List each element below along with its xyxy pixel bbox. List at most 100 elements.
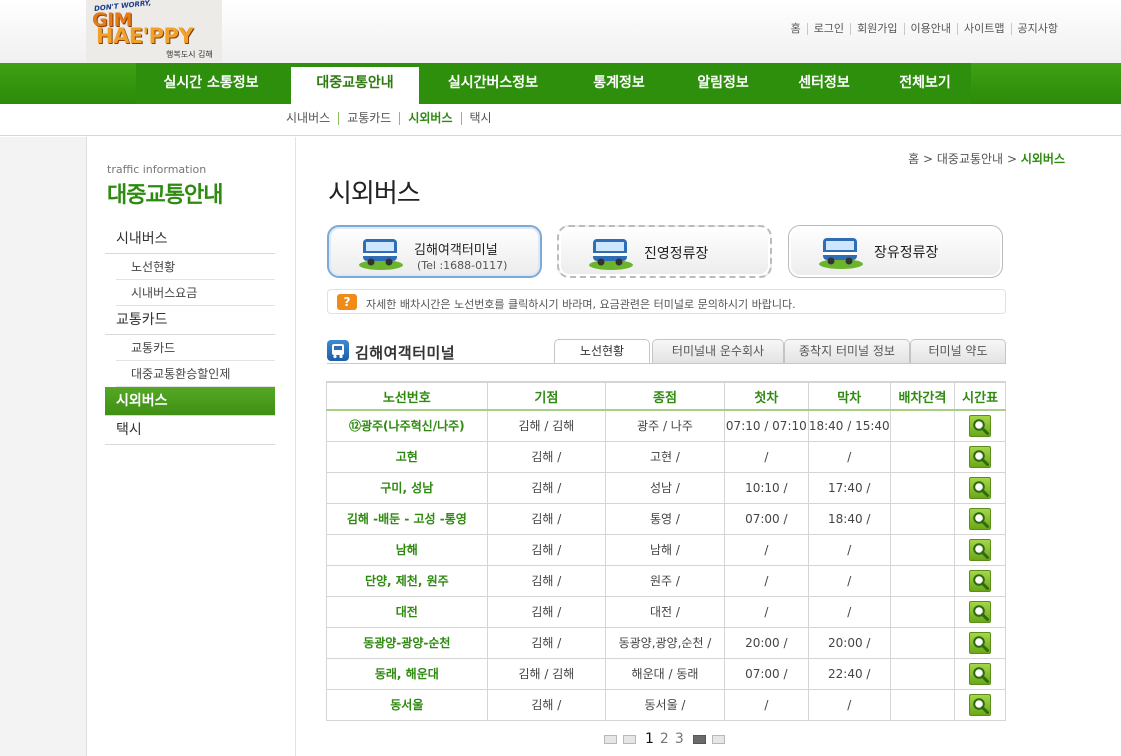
breadcrumb-home[interactable]: 홈 <box>908 152 919 166</box>
gnb-item[interactable]: 실시간 소통정보 <box>136 63 286 104</box>
terminal-button[interactable]: 장유정류장 <box>788 225 1003 278</box>
bus-icon <box>327 340 349 361</box>
magnifier-icon[interactable] <box>969 631 992 654</box>
section-title: 김해여객터미널 <box>355 344 456 362</box>
route-number-link[interactable]: 동광양-광양-순천 <box>326 627 488 659</box>
route-number-link[interactable]: 김해 -배둔 - 고성 -통영 <box>326 503 488 535</box>
left-nav-item[interactable]: 교통카드 <box>105 306 275 335</box>
tab-2[interactable]: 종착지 터미널 정보 <box>784 339 910 363</box>
first-page-icon[interactable] <box>604 734 617 744</box>
route-number-link[interactable]: 남해 <box>326 534 488 566</box>
bus-icon <box>357 235 405 271</box>
left-nav-item[interactable]: 노선현황 <box>116 254 275 280</box>
table-cell: 원주 / <box>605 565 725 597</box>
bus-icon <box>587 235 635 271</box>
table-cell: 17:40 / <box>807 472 891 504</box>
breadcrumb-mid[interactable]: 대중교통안내 <box>937 152 1003 166</box>
timetable-cell <box>954 596 1006 628</box>
route-number-link[interactable]: ⑫광주(나주혁신/나주) <box>326 410 488 442</box>
column-header: 노선번호 <box>326 381 488 411</box>
table-row: 고현 김해 / 고현 / / / <box>326 441 1006 473</box>
left-nav-item[interactable]: 택시 <box>105 416 275 445</box>
table-row: 단양, 제천, 원주 김해 / 원주 / / / <box>326 565 1006 597</box>
route-number-link[interactable]: 구미, 성남 <box>326 472 488 504</box>
magnifier-icon[interactable] <box>969 662 992 685</box>
table-row: 동광양-광양-순천 김해 / 동광양,광양,순천 /20:00 /20:00 / <box>326 627 1006 659</box>
magnifier-icon[interactable] <box>969 445 992 468</box>
magnifier-icon[interactable] <box>969 414 992 437</box>
gnb-item[interactable]: 대중교통안내 <box>291 67 419 104</box>
util-link[interactable]: 홈 <box>785 23 807 35</box>
table-cell: 통영 / <box>605 503 725 535</box>
utility-links: 홈 로그인 회원가입 이용안내 사이트맵 공지사항 <box>785 23 1064 35</box>
left-nav-item[interactable]: 시외버스 <box>105 387 275 416</box>
table-row: 구미, 성남 김해 / 성남 /10:10 /17:40 / <box>326 472 1006 504</box>
sub-nav-item[interactable]: 시외버스 <box>399 112 460 125</box>
gnb-item[interactable]: 알림정보 <box>676 63 770 104</box>
table-cell: 동광양,광양,순천 / <box>605 627 725 659</box>
page-number[interactable]: 1 <box>645 731 654 747</box>
left-nav-title: 대중교통안내 <box>107 183 223 208</box>
terminal-button[interactable]: 김해여객터미널 (Tel :1688-0117) <box>327 225 542 278</box>
prev-page-icon[interactable] <box>623 734 636 744</box>
route-number-link[interactable]: 고현 <box>326 441 488 473</box>
util-link[interactable]: 사이트맵 <box>957 23 1010 35</box>
tab-divider <box>327 363 1006 364</box>
sub-nav-item[interactable]: 시내버스 <box>286 112 338 125</box>
gnb-item[interactable]: 실시간버스정보 <box>423 63 563 104</box>
route-number-link[interactable]: 대전 <box>326 596 488 628</box>
magnifier-icon[interactable] <box>969 538 992 561</box>
util-link[interactable]: 회원가입 <box>850 23 903 35</box>
timetable-cell <box>954 658 1006 690</box>
table-header-row: 노선번호 기점 종점 첫차 막차 배차간격 시간표 <box>326 381 1006 411</box>
left-nav-item[interactable]: 시내버스요금 <box>116 280 275 306</box>
timetable-cell <box>954 534 1006 566</box>
sub-nav-item[interactable]: 택시 <box>460 112 500 125</box>
table-cell <box>889 441 955 473</box>
last-page-icon[interactable] <box>711 734 725 744</box>
table-row: 김해 -배둔 - 고성 -통영 김해 / 통영 /07:00 /18:40 / <box>326 503 1006 535</box>
column-header: 종점 <box>605 381 725 411</box>
timetable-cell <box>954 410 1006 442</box>
left-nav-item[interactable]: 대중교통환승할인제 <box>116 361 275 387</box>
route-number-link[interactable]: 단양, 제천, 원주 <box>326 565 488 597</box>
sub-nav: 시내버스 교통카드 시외버스 택시 <box>0 104 1121 136</box>
page-number[interactable]: 2 <box>660 731 669 747</box>
terminal-name: 김해여객터미널 <box>414 243 498 258</box>
magnifier-icon[interactable] <box>969 600 992 623</box>
magnifier-icon[interactable] <box>969 507 992 530</box>
table-cell: / <box>723 534 809 566</box>
route-number-link[interactable]: 동서울 <box>326 689 488 721</box>
next-page-icon[interactable] <box>692 734 706 744</box>
table-cell: 18:40 / <box>807 503 891 535</box>
util-link[interactable]: 이용안내 <box>903 23 957 35</box>
util-link[interactable]: 로그인 <box>806 23 850 35</box>
magnifier-icon[interactable] <box>969 693 992 716</box>
page-number[interactable]: 3 <box>675 731 684 747</box>
left-nav-item[interactable]: 교통카드 <box>116 335 275 361</box>
tab-3[interactable]: 터미널 약도 <box>910 339 1006 363</box>
left-nav-item[interactable]: 시내버스 <box>105 225 275 254</box>
table-cell <box>889 596 955 628</box>
magnifier-icon[interactable] <box>969 569 992 592</box>
tab-0[interactable]: 노선현황 <box>554 339 650 364</box>
table-cell: / <box>723 441 809 473</box>
table-cell: 남해 / <box>605 534 725 566</box>
table-row: ⑫광주(나주혁신/나주) 김해 / 김해 광주 / 나주 07:10 / 07:10 1… <box>326 410 1006 442</box>
terminal-button[interactable]: 진영정류장 <box>557 225 772 278</box>
gnb-item[interactable]: 센터정보 <box>774 63 874 104</box>
sub-nav-item[interactable]: 교통카드 <box>338 112 399 125</box>
magnifier-icon[interactable] <box>969 476 992 499</box>
column-header: 기점 <box>486 381 606 411</box>
column-header: 막차 <box>807 381 891 411</box>
route-number-link[interactable]: 동래, 해운대 <box>326 658 488 690</box>
tab-1[interactable]: 터미널내 운수회사 <box>652 339 784 363</box>
column-header: 배차간격 <box>889 381 955 411</box>
gnb-item[interactable]: 통계정보 <box>567 63 671 104</box>
gnb-item[interactable]: 전체보기 <box>879 63 971 104</box>
table-cell: 18:40 / 15:40 <box>807 410 891 442</box>
site-logo[interactable]: DON'T WORRY, GIM HAE'PPY 행복도시 김해 <box>86 0 222 62</box>
util-link[interactable]: 공지사항 <box>1010 23 1064 35</box>
table-cell: 20:00 / <box>807 627 891 659</box>
timetable-cell <box>954 689 1006 721</box>
